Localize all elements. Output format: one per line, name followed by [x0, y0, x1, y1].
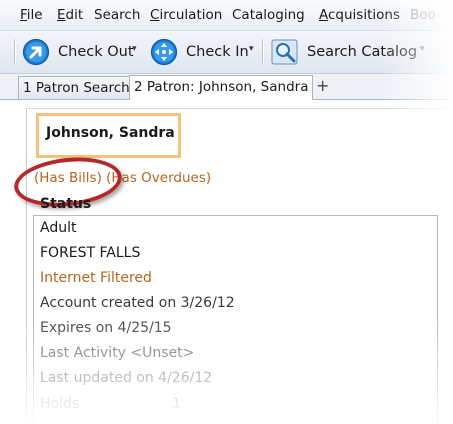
- status-expires: Expires on 4/25/15: [40, 320, 172, 336]
- status-holds-label: Holds: [40, 396, 80, 412]
- status-account-created: Account created on 3/26/12: [40, 295, 235, 311]
- tab-patron-johnson-label: 2 Patron: Johnson, Sandra: [134, 79, 309, 95]
- search-catalog-button[interactable]: Search Catalog: [271, 35, 417, 69]
- add-tab-icon[interactable]: +: [316, 76, 329, 95]
- menu-cataloging[interactable]: Cataloging: [232, 0, 305, 30]
- check-out-dropdown-icon[interactable]: ▾: [132, 44, 137, 54]
- toolbar-separator: [262, 39, 263, 65]
- status-holds-count: 1: [172, 396, 181, 412]
- check-out-button[interactable]: Check Out: [22, 35, 134, 69]
- status-last-updated: Last updated on 4/26/12: [40, 370, 213, 386]
- patron-name: Johnson, Sandra: [46, 125, 175, 141]
- status-last-activity: Last Activity <Unset>: [40, 345, 195, 361]
- search-catalog-dropdown-icon[interactable]: ▾: [420, 44, 425, 54]
- search-catalog-label: Search Catalog: [307, 44, 418, 60]
- tab-strip: 1 Patron Search 2 Patron: Johnson, Sandr…: [0, 74, 453, 100]
- check-in-dropdown-icon[interactable]: ▾: [249, 44, 254, 54]
- menu-circulation[interactable]: Circulation: [150, 0, 222, 30]
- menu-bar: File Edit Search Circulation Cataloging …: [0, 0, 453, 31]
- tab-patron-johnson[interactable]: 2 Patron: Johnson, Sandra: [129, 75, 314, 100]
- check-in-label: Check In: [186, 44, 249, 60]
- check-out-arrow-icon: [22, 38, 50, 66]
- tab-patron-search-label: 1 Patron Search: [23, 80, 130, 96]
- status-internet-filtered: Internet Filtered: [40, 270, 152, 286]
- menu-books-truncated[interactable]: Boo: [410, 0, 436, 30]
- check-in-button[interactable]: Check In: [150, 35, 249, 69]
- toolbar-grip: [14, 39, 15, 65]
- menu-edit[interactable]: Edit: [57, 0, 83, 30]
- search-catalog-icon: [271, 38, 299, 66]
- has-overdues-alert[interactable]: (Has Overdues): [106, 170, 211, 186]
- app-window: File Edit Search Circulation Cataloging …: [0, 0, 453, 424]
- status-heading: Status: [40, 196, 92, 212]
- menu-search[interactable]: Search: [94, 0, 140, 30]
- status-profile: Adult: [40, 220, 77, 236]
- tab-patron-search[interactable]: 1 Patron Search: [18, 76, 135, 99]
- check-out-label: Check Out: [58, 44, 134, 60]
- check-in-arrows-icon: [150, 38, 178, 66]
- status-home-library: FOREST FALLS: [40, 245, 141, 261]
- menu-file[interactable]: File: [20, 0, 43, 30]
- toolbar: Check Out ▾ Check In ▾ Search Catalog ▾: [0, 31, 453, 74]
- menu-acquisitions[interactable]: Acquisitions: [319, 0, 400, 30]
